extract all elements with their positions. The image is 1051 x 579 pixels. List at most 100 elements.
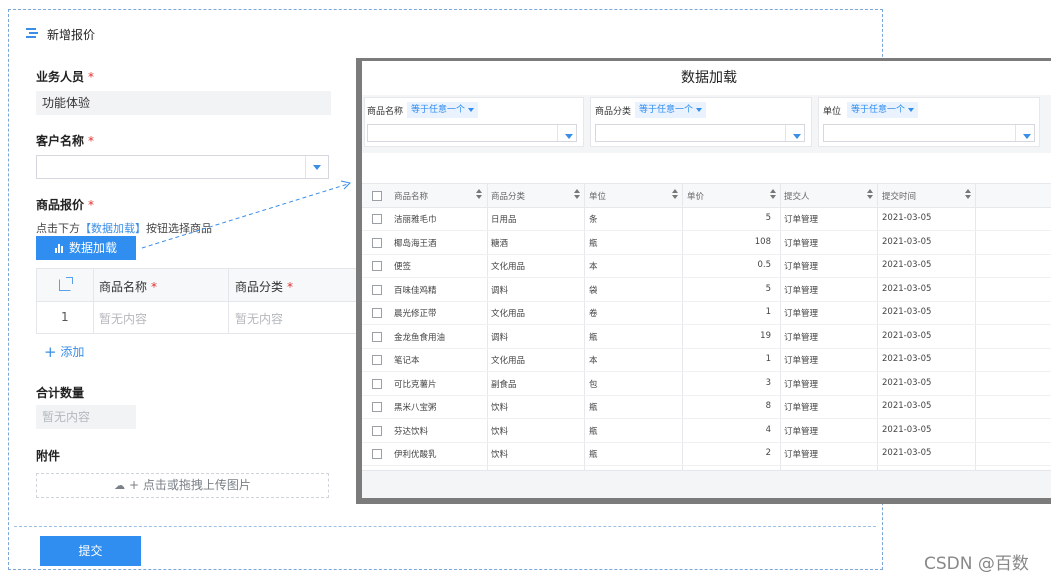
cell-submit-time: 2021-03-05 xyxy=(882,260,932,270)
cell-product-name: 洁丽雅毛巾 xyxy=(394,215,437,225)
sort-icon[interactable] xyxy=(574,189,580,201)
sort-icon[interactable] xyxy=(965,189,971,201)
select-all-checkbox[interactable] xyxy=(372,191,382,201)
filter-label: 单位 xyxy=(823,107,842,117)
row-checkbox[interactable] xyxy=(372,331,382,342)
cell-unit: 卷 xyxy=(589,309,598,319)
filter-product-category: 商品分类 等于任意一个 xyxy=(590,97,812,147)
table-row[interactable]: 晨光修正带 文化用品 卷 1 订单管理 2021-03-05 xyxy=(362,301,1051,325)
row-checkbox[interactable] xyxy=(372,284,382,295)
filter-unit-select[interactable] xyxy=(823,124,1035,142)
cell-category: 日用品 xyxy=(491,215,517,225)
cell-category: 文化用品 xyxy=(491,309,526,319)
table-row[interactable]: 金龙鱼食用油 调料 瓶 19 订单管理 2021-03-05 xyxy=(362,325,1051,349)
cell-price: 2 xyxy=(765,448,771,458)
cell-unit: 瓶 xyxy=(589,426,598,437)
cell-price: 3 xyxy=(765,377,771,388)
table-row[interactable]: 椰岛海王酒 糖酒 瓶 108 订单管理 2021-03-05 xyxy=(362,231,1051,255)
cell-submitter: 订单管理 xyxy=(784,450,819,460)
cell-unit: 袋 xyxy=(589,285,598,296)
row-checkbox[interactable] xyxy=(372,355,382,365)
cell-category: 糖酒 xyxy=(491,238,509,249)
col-header[interactable]: 单位 xyxy=(589,190,606,202)
cell-submitter: 订单管理 xyxy=(784,403,819,413)
cell-unit: 包 xyxy=(589,379,598,390)
cell-submitter: 订单管理 xyxy=(784,262,819,272)
cell-price: 1 xyxy=(765,307,771,317)
cell-product-name: 金龙鱼食用油 xyxy=(394,332,446,343)
watermark: CSDN @百数 xyxy=(924,554,1029,574)
cell-product-name: 伊利优酸乳 xyxy=(394,450,437,460)
cell-submit-time: 2021-03-05 xyxy=(882,354,932,364)
sort-icon[interactable] xyxy=(867,189,873,201)
row-checkbox[interactable] xyxy=(372,237,382,248)
cell-category: 副食品 xyxy=(491,379,517,390)
cell-price: 108 xyxy=(754,236,771,247)
cell-product-name: 黑米八宝粥 xyxy=(394,403,437,413)
row-checkbox[interactable] xyxy=(372,402,382,412)
table-row[interactable]: 笔记本 文化用品 本 1 订单管理 2021-03-05 xyxy=(362,348,1051,372)
col-header[interactable]: 提交人 xyxy=(784,190,810,202)
cell-submit-time: 2021-03-05 xyxy=(882,330,932,341)
cell-product-name: 笔记本 xyxy=(394,356,420,366)
cell-unit: 瓶 xyxy=(589,403,598,413)
cell-unit: 瓶 xyxy=(589,450,598,460)
row-checkbox[interactable] xyxy=(372,378,382,389)
row-checkbox[interactable] xyxy=(372,308,382,318)
cell-unit: 瓶 xyxy=(589,332,598,343)
table-row[interactable]: 芬达饮料 饮料 瓶 4 订单管理 2021-03-05 xyxy=(362,419,1051,443)
cell-submitter: 订单管理 xyxy=(784,215,819,225)
table-row[interactable]: 可比克薯片 副食品 包 3 订单管理 2021-03-05 xyxy=(362,372,1051,396)
filter-product-name: 商品名称 等于任意一个 xyxy=(364,97,584,147)
cell-unit: 瓶 xyxy=(589,238,598,249)
col-header[interactable]: 提交时间 xyxy=(882,190,916,202)
col-header[interactable]: 商品名称 xyxy=(394,190,428,202)
chevron-down-icon[interactable] xyxy=(557,125,576,141)
cell-submitter: 订单管理 xyxy=(784,332,819,343)
sort-icon[interactable] xyxy=(770,189,776,201)
cell-product-name: 百味佳鸡精 xyxy=(394,285,437,296)
filter-bar: 商品名称 等于任意一个 商品分类 等于任意一个 单位 等于任意一个 xyxy=(362,95,1051,153)
filter-operator[interactable]: 等于任意一个 xyxy=(847,102,919,118)
cell-submit-time: 2021-03-05 xyxy=(882,401,932,411)
data-load-dialog: 数据加载 商品名称 等于任意一个 商品分类 等于任意一个 单位 等于任意一个 商… xyxy=(356,58,1051,504)
sort-icon[interactable] xyxy=(476,189,482,201)
cell-price: 5 xyxy=(765,213,771,223)
sort-icon[interactable] xyxy=(672,189,678,201)
cell-submitter: 订单管理 xyxy=(784,309,819,319)
cell-unit: 条 xyxy=(589,215,598,225)
chevron-down-icon[interactable] xyxy=(1015,125,1034,141)
chevron-down-icon[interactable] xyxy=(785,125,804,141)
cell-category: 调料 xyxy=(491,285,509,296)
cell-price: 19 xyxy=(760,330,771,341)
cell-category: 饮料 xyxy=(491,426,509,437)
cell-category: 调料 xyxy=(491,332,509,343)
filter-product-category-select[interactable] xyxy=(595,124,805,142)
row-checkbox[interactable] xyxy=(372,261,382,271)
cell-product-name: 可比克薯片 xyxy=(394,379,437,390)
col-header[interactable]: 单价 xyxy=(687,190,704,202)
table-row[interactable]: 百味佳鸡精 调料 袋 5 订单管理 2021-03-05 xyxy=(362,278,1051,302)
cell-price: 4 xyxy=(765,424,771,435)
filter-operator[interactable]: 等于任意一个 xyxy=(407,102,479,118)
cell-category: 文化用品 xyxy=(491,356,526,366)
table-row[interactable]: 便签 文化用品 本 0.5 订单管理 2021-03-05 xyxy=(362,254,1051,278)
cell-submitter: 订单管理 xyxy=(784,426,819,437)
row-checkbox[interactable] xyxy=(372,449,382,459)
cell-price: 8 xyxy=(765,401,771,411)
table-row[interactable]: 伊利优酸乳 饮料 瓶 2 订单管理 2021-03-05 xyxy=(362,442,1051,466)
table-row[interactable]: 洁丽雅毛巾 日用品 条 5 订单管理 2021-03-05 xyxy=(362,207,1051,231)
filter-product-name-select[interactable] xyxy=(367,124,577,142)
table-row[interactable]: 黑米八宝粥 饮料 瓶 8 订单管理 2021-03-05 xyxy=(362,395,1051,419)
cell-product-name: 便签 xyxy=(394,262,412,272)
cell-submit-time: 2021-03-05 xyxy=(882,448,932,458)
cell-submitter: 订单管理 xyxy=(784,356,819,366)
cell-submit-time: 2021-03-05 xyxy=(882,377,932,388)
filter-unit: 单位 等于任意一个 xyxy=(818,97,1040,147)
col-header[interactable]: 商品分类 xyxy=(491,190,525,202)
filter-operator[interactable]: 等于任意一个 xyxy=(635,102,707,118)
row-checkbox[interactable] xyxy=(372,425,382,436)
row-checkbox[interactable] xyxy=(372,214,382,224)
cell-category: 文化用品 xyxy=(491,262,526,272)
filter-label: 商品分类 xyxy=(595,107,632,117)
